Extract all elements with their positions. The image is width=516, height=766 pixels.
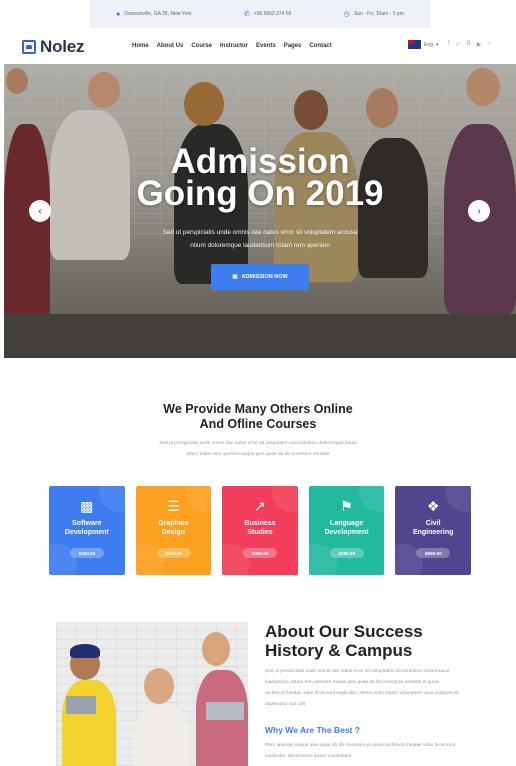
why-best-heading: Why We Are The Best ? [265, 725, 360, 735]
laptop [206, 702, 244, 720]
student-figure [134, 706, 190, 766]
chart-icon: ↗ [254, 498, 266, 514]
about-title-line1: About Our Success [265, 622, 423, 641]
cubes-icon: ❖ [426, 498, 440, 514]
address-text: Dawsonville, GA 35, New York [124, 11, 192, 17]
course-price: $344.00 [156, 548, 191, 558]
course-name-line1: Software [72, 520, 102, 527]
menu-item-home[interactable]: Home [132, 43, 149, 49]
course-name-line2: Development [324, 529, 369, 536]
card-decoration [358, 486, 385, 512]
course-name: Language Development [325, 519, 369, 537]
language-selector[interactable]: Eng ▾ [408, 40, 438, 49]
course-name-line1: Business [244, 520, 276, 527]
course-price: $490.00 [70, 548, 104, 558]
menu-item-course[interactable]: Course [191, 43, 212, 49]
courses-desc-line1: Sed ut perspiciatis unde omnis iste natu… [159, 441, 357, 446]
why-best-paragraph: Rem aperiam eaque ipsa quae ab illo inve… [265, 743, 456, 759]
card-decoration [272, 486, 298, 512]
phone-icon: ✆ [243, 11, 250, 18]
map-pin-icon: ● [116, 10, 121, 18]
menu-item-events[interactable]: Events [256, 43, 276, 49]
courses-section-title: We Provide Many Others Online And Ofline… [0, 402, 516, 432]
about-campus-image [56, 622, 248, 766]
student-head [144, 668, 174, 704]
main-navbar: Nolez Home About Us Course Instructor Ev… [0, 28, 516, 64]
phone-text[interactable]: +96.6952.374 56 [254, 11, 292, 17]
about-title: About Our Success History & Campus [265, 622, 485, 660]
turban [70, 644, 100, 658]
top-info-bar: ● Dawsonville, GA 35, New York ✆ +96.695… [90, 0, 430, 28]
facebook-icon[interactable]: f [448, 41, 450, 48]
course-price: $460.00 [243, 548, 278, 558]
flag-icon: ⚑ [340, 498, 353, 514]
slider-prev-button[interactable]: ‹ [29, 200, 51, 222]
course-name-line2: Design [161, 529, 186, 536]
about-title-line2: History & Campus [265, 641, 413, 660]
language-label: Eng [424, 41, 433, 48]
hero-subtitle: Sed ut perspiciatis unde omnis iste natu… [134, 226, 386, 252]
layers-icon: ☰ [167, 498, 180, 514]
courses-section-description: Sed ut perspiciatis unde omnis iste natu… [140, 438, 376, 460]
youtube-icon[interactable]: ▶ [477, 41, 482, 48]
hero-subtitle-line1: Sed ut perspiciatis unde omnis iste natu… [162, 229, 358, 236]
admission-now-label: ADMISSION NOW [241, 274, 288, 280]
dribbble-icon[interactable]: ○ [487, 41, 491, 48]
menu-item-contact[interactable]: Contact [309, 43, 331, 49]
hero-title-line2: Going On 2019 [136, 174, 384, 213]
admission-now-button[interactable]: ▣ ADMISSION NOW [211, 264, 309, 290]
hero-subtitle-line2: ntium doloremque laudantium totam rem ap… [190, 242, 330, 249]
course-name-line1: Civil [425, 520, 441, 527]
hours-text: Sun - Fri, 10am - 5 pm [353, 11, 404, 17]
student-figure [62, 680, 116, 766]
course-name-line2: Engineering [412, 529, 454, 536]
logo-icon [22, 40, 36, 54]
phone-item[interactable]: ✆ +96.6952.374 56 [244, 10, 292, 18]
course-name-line1: Language [330, 520, 364, 527]
course-card-software[interactable]: ▩ Software Development $490.00 [49, 486, 125, 575]
about-paragraph: Sed ut perspiciatis unde omnis iste natu… [265, 669, 459, 707]
course-price: $260.00 [329, 548, 364, 558]
card-decoration [185, 486, 212, 512]
card-decoration [99, 486, 125, 512]
slider-next-button[interactable]: › [468, 200, 490, 222]
hours-item: ◷ Sun - Fri, 10am - 5 pm [344, 10, 404, 18]
course-price: $590.00 [416, 548, 451, 558]
course-card-civil[interactable]: ❖ Civil Engineering $590.00 [395, 486, 471, 575]
courses-title-line2: And Ofline Courses [199, 417, 317, 431]
course-cards: ▩ Software Development $490.00 ☰ Graphic… [49, 486, 471, 575]
course-name: Graphics Design [158, 519, 188, 537]
card-decoration [445, 486, 471, 512]
book-icon: ▣ [232, 274, 238, 280]
course-name: Software Development [65, 519, 109, 537]
course-card-language[interactable]: ⚑ Language Development $260.00 [308, 486, 385, 575]
course-name: Civil Engineering [413, 519, 453, 537]
clock-icon: ◷ [343, 11, 350, 18]
student-head [202, 632, 230, 666]
menu-item-instructor[interactable]: Instructor [220, 43, 248, 49]
behance-icon[interactable]: B [467, 41, 471, 48]
courses-desc-line2: ntium totam rem aperiam eaque ipsa quae … [186, 452, 330, 457]
logo-text: Nolez [40, 37, 85, 56]
logo[interactable]: Nolez [22, 37, 85, 57]
flag-icon [408, 40, 421, 49]
menu-item-about[interactable]: About Us [157, 43, 184, 49]
course-name: Business Studies [244, 519, 275, 537]
menu-item-pages[interactable]: Pages [284, 43, 302, 49]
address-item: ● Dawsonville, GA 35, New York [116, 11, 192, 18]
course-name-line2: Development [64, 529, 109, 536]
course-card-business[interactable]: ↗ Business Studies $460.00 [222, 486, 298, 575]
laptop [66, 696, 96, 714]
course-name-line1: Graphics [158, 520, 189, 527]
chevron-down-icon: ▾ [435, 41, 439, 48]
course-card-graphics[interactable]: ☰ Graphics Design $344.00 [135, 486, 212, 575]
main-menu: Home About Us Course Instructor Events P… [132, 43, 332, 49]
twitter-icon[interactable]: ✓ [456, 41, 461, 48]
code-icon: ▩ [80, 498, 94, 514]
course-name-line2: Studies [247, 529, 273, 536]
courses-title-line1: We Provide Many Others Online [163, 402, 353, 416]
hero-slider: Admission Going On 2019 Sed ut perspicia… [4, 64, 516, 358]
social-links: f ✓ B ▶ ○ [448, 41, 491, 48]
